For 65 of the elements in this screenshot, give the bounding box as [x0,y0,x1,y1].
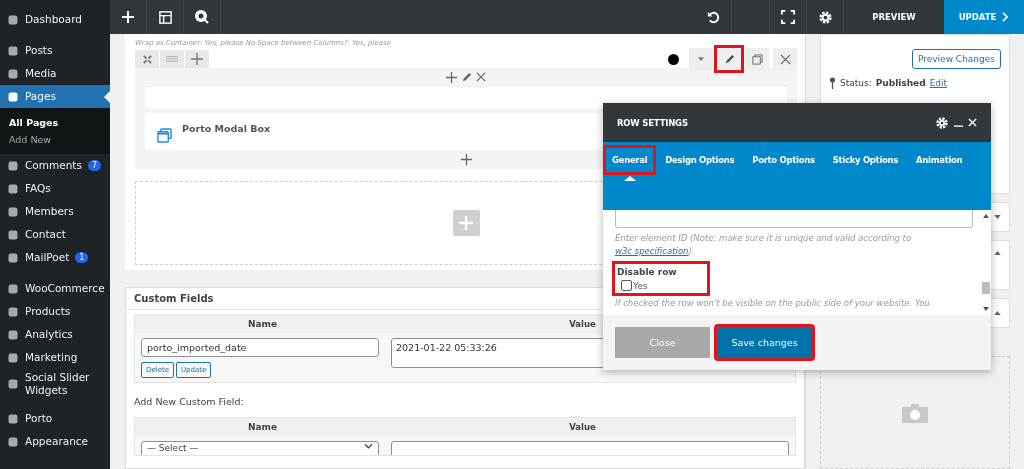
edit-link[interactable]: Edit [929,78,948,88]
pencil-icon[interactable] [717,48,741,70]
sidebar-item[interactable]: Members [0,200,110,223]
preview-button[interactable]: PREVIEW [844,0,944,34]
sidebar-item[interactable]: Posts [0,39,110,62]
sidebar-item[interactable]: Analytics [0,323,110,346]
settings-tab[interactable]: General [606,148,654,181]
field-label: Disable row [617,267,677,277]
color-dot-icon[interactable] [668,53,679,65]
scrollbar-thumb[interactable] [982,281,990,294]
checkbox[interactable] [621,280,632,291]
sidebar-item[interactable]: FAQs [0,177,110,200]
column-header: Name [246,319,279,329]
dialog-title: ROW SETTINGS [617,117,688,128]
save-button[interactable]: Save changes [717,327,812,358]
caret-icon[interactable] [994,311,1001,315]
status-value: Published [875,78,926,88]
sidebar-item[interactable]: WooCommerce [0,277,110,300]
add-icon[interactable] [460,154,472,165]
scroll-up-icon[interactable] [983,214,989,218]
help-text: Enter element ID (Note: make sure it is unique and valid according to w3c specification). [615,232,913,258]
add-icon[interactable] [446,71,457,83]
checkbox-label: Yes [633,280,648,291]
sidebar-item[interactable]: Products [0,300,110,323]
submenu-item[interactable]: All Pages [0,114,110,131]
select-dropdown[interactable]: — Select — [141,441,379,455]
windows-icon [157,128,172,143]
sidebar-item[interactable]: Pages [0,85,110,108]
settings-tab[interactable]: Design Options [659,148,741,172]
chevron-down-icon [364,443,373,449]
settings-tab[interactable]: Sticky Options [826,148,905,172]
column-header: Name [246,422,279,432]
sidebar-item[interactable]: Social Slider Widgets [0,369,110,399]
chevron-right-icon [1002,12,1010,22]
sidebar-item[interactable]: Dashboard [0,8,110,31]
column-header: Value [568,422,597,432]
count-badge: 7 [87,160,101,171]
sidebar-item[interactable]: Marketing [0,346,110,369]
caret-icon[interactable] [994,251,1001,255]
status-label: Status: [840,78,872,88]
sidebar-item[interactable]: Comments 7 [0,154,110,177]
section-title: Add New Custom Field: [133,395,245,409]
settings-tab[interactable]: Porto Options [746,148,821,172]
copy-icon[interactable] [745,48,769,70]
update-button[interactable]: UPDATE [944,0,1024,34]
plus-icon [459,216,473,230]
camera-icon [900,401,930,424]
sidebar-item[interactable]: Contact [0,223,110,246]
input-field[interactable]: porto_imported_date [141,338,379,357]
move-icon[interactable] [135,50,159,68]
submenu-item[interactable]: Add New [0,131,110,148]
specification-link[interactable]: w3c specification [615,246,689,256]
sidebar-item[interactable]: Appearance [0,430,110,453]
caret-icon[interactable] [994,215,1001,219]
sidebar-item[interactable]: Media [0,62,110,85]
element-name: Porto Modal Box [182,123,271,134]
sidebar-item[interactable]: Porto [0,407,110,430]
scroll-down-icon[interactable] [983,307,989,311]
input-field[interactable] [615,210,973,228]
settings-tab[interactable]: Animation [910,148,969,172]
preview-changes-button[interactable]: Preview Changes [911,49,1001,69]
pencil-icon[interactable] [461,71,472,83]
sidebar-item[interactable]: MailPoet 1 [0,246,110,269]
column-header: Value [568,319,597,329]
count-badge: 1 [75,252,89,263]
